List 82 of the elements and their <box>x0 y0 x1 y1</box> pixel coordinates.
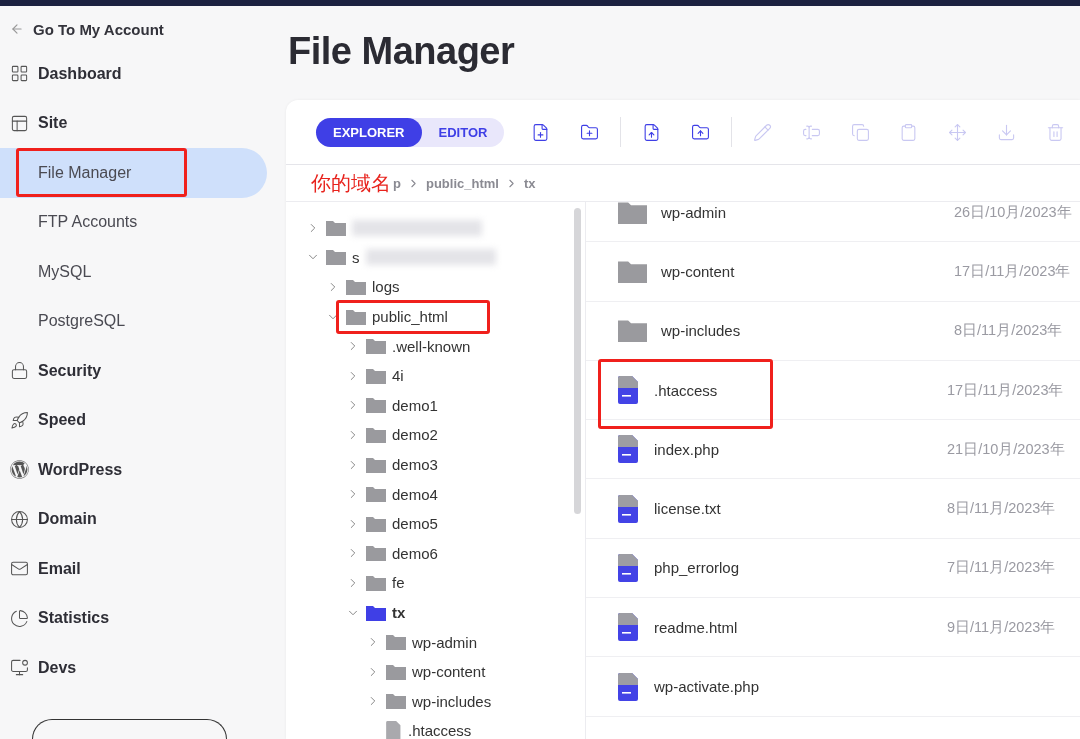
file-row[interactable]: php_errorlog 7日/11月/2023年 <box>586 538 1080 599</box>
tree-item[interactable]: tx <box>392 604 406 621</box>
sidebar-item[interactable]: WordPress <box>0 445 267 495</box>
rocket-icon <box>10 410 29 430</box>
modified-date: 8日/11月/2023年 <box>947 499 1056 519</box>
tree-item[interactable]: logs <box>372 278 400 296</box>
grid-icon <box>10 64 29 84</box>
modified-date: 26日/10月/2023年 <box>954 202 1072 222</box>
sidebar-item[interactable]: FTP Accounts <box>0 197 267 247</box>
file-icon <box>618 553 640 582</box>
modified-date: 17日/11月/2023年 <box>947 380 1064 400</box>
annotation-text: 你的域名 <box>311 170 391 196</box>
lock-icon <box>10 361 29 381</box>
back-arrow-icon <box>10 22 24 36</box>
sidebar-item[interactable]: Email <box>0 544 267 594</box>
sidebar-item[interactable]: Statistics <box>0 593 267 643</box>
tree-item[interactable]: demo4 <box>392 485 438 503</box>
pie-chart-icon <box>10 608 29 628</box>
file-row[interactable]: readme.html 9日/11月/2023年 <box>586 598 1080 658</box>
modified-date: 7日/11月/2023年 <box>947 558 1056 578</box>
file-name: wp-admin <box>661 203 728 221</box>
file-name: license.txt <box>654 500 722 518</box>
folder-icon <box>618 202 647 224</box>
file-icon <box>618 376 640 405</box>
folder-icon <box>618 319 647 343</box>
tree-item[interactable]: public_html <box>372 308 448 326</box>
file-icon <box>618 672 640 701</box>
folder-icon <box>618 259 647 284</box>
tree-item[interactable]: demo3 <box>392 456 438 474</box>
sidebar-item[interactable]: Site <box>0 98 267 148</box>
file-name: readme.html <box>654 618 739 636</box>
file-row[interactable]: license.txt 8日/11月/2023年 <box>586 479 1080 539</box>
tree-item[interactable]: demo2 <box>392 426 438 444</box>
view-tab[interactable]: EDITOR <box>421 117 505 147</box>
back-link[interactable]: Go To My Account <box>0 23 286 49</box>
sidebar-item[interactable]: Devs <box>0 643 267 693</box>
sidebar-item[interactable]: File Manager <box>0 148 267 198</box>
file-icon <box>386 720 402 739</box>
view-tab[interactable]: EXPLORER <box>316 117 422 147</box>
file-name: .htaccess <box>654 381 719 399</box>
monitor-code-icon <box>10 658 29 678</box>
tree-item[interactable]: wp-admin <box>412 633 478 651</box>
file-name: wp-includes <box>661 322 742 340</box>
tree-item[interactable]: 4i <box>392 367 404 385</box>
tree-item[interactable]: fe <box>392 574 405 592</box>
file-name: index.php <box>654 440 721 458</box>
file-row[interactable]: wp-includes 8日/11月/2023年 <box>586 301 1080 361</box>
file-icon <box>618 435 640 464</box>
file-name: wp-content <box>661 262 736 280</box>
tree-item[interactable]: .htaccess <box>408 722 472 739</box>
file-row[interactable]: index.php 21日/10月/2023年 <box>586 420 1080 480</box>
tree-item[interactable]: demo5 <box>392 515 438 533</box>
modified-date: 9日/11月/2023年 <box>947 617 1056 637</box>
file-row[interactable]: wp-content 17日/11月/2023年 <box>586 242 1080 302</box>
sidebar-item[interactable]: Domain <box>0 494 267 544</box>
tree-item[interactable]: demo6 <box>392 544 438 562</box>
sidebar-item[interactable]: MySQL <box>0 247 267 297</box>
modified-date: 17日/11月/2023年 <box>954 261 1071 281</box>
tree-item[interactable]: demo1 <box>392 396 438 414</box>
layout-icon <box>10 113 29 133</box>
page-title: File Manager <box>287 29 516 74</box>
sidebar-item[interactable]: Speed <box>0 395 267 445</box>
file-row[interactable]: wp-activate.php <box>586 657 1080 717</box>
w-logo-icon <box>10 460 29 480</box>
file-name: wp-activate.php <box>654 678 761 695</box>
modified-date: 8日/11月/2023年 <box>954 321 1063 341</box>
file-row[interactable]: wp-admin 26日/10月/2023年 <box>586 202 1080 243</box>
tree-item[interactable]: .well-known <box>392 337 471 355</box>
sidebar-item[interactable]: Security <box>0 346 267 396</box>
file-icon <box>618 494 640 523</box>
file-icon <box>618 613 640 642</box>
sidebar-item[interactable]: Dashboard <box>0 49 267 99</box>
breadcrumb-link[interactable]: tx <box>523 175 536 191</box>
sidebar-item[interactable]: PostgreSQL <box>0 296 267 346</box>
tree-item[interactable]: wp-content <box>412 663 486 681</box>
tree-item[interactable]: s <box>352 248 360 266</box>
scrollbar[interactable] <box>574 208 581 514</box>
file-row[interactable]: .htaccess 17日/11月/2023年 <box>586 360 1080 421</box>
globe-icon <box>10 509 29 529</box>
modified-date: 21日/10月/2023年 <box>947 439 1065 459</box>
tree-item[interactable]: wp-includes <box>412 692 492 710</box>
file-name: php_errorlog <box>654 559 741 577</box>
